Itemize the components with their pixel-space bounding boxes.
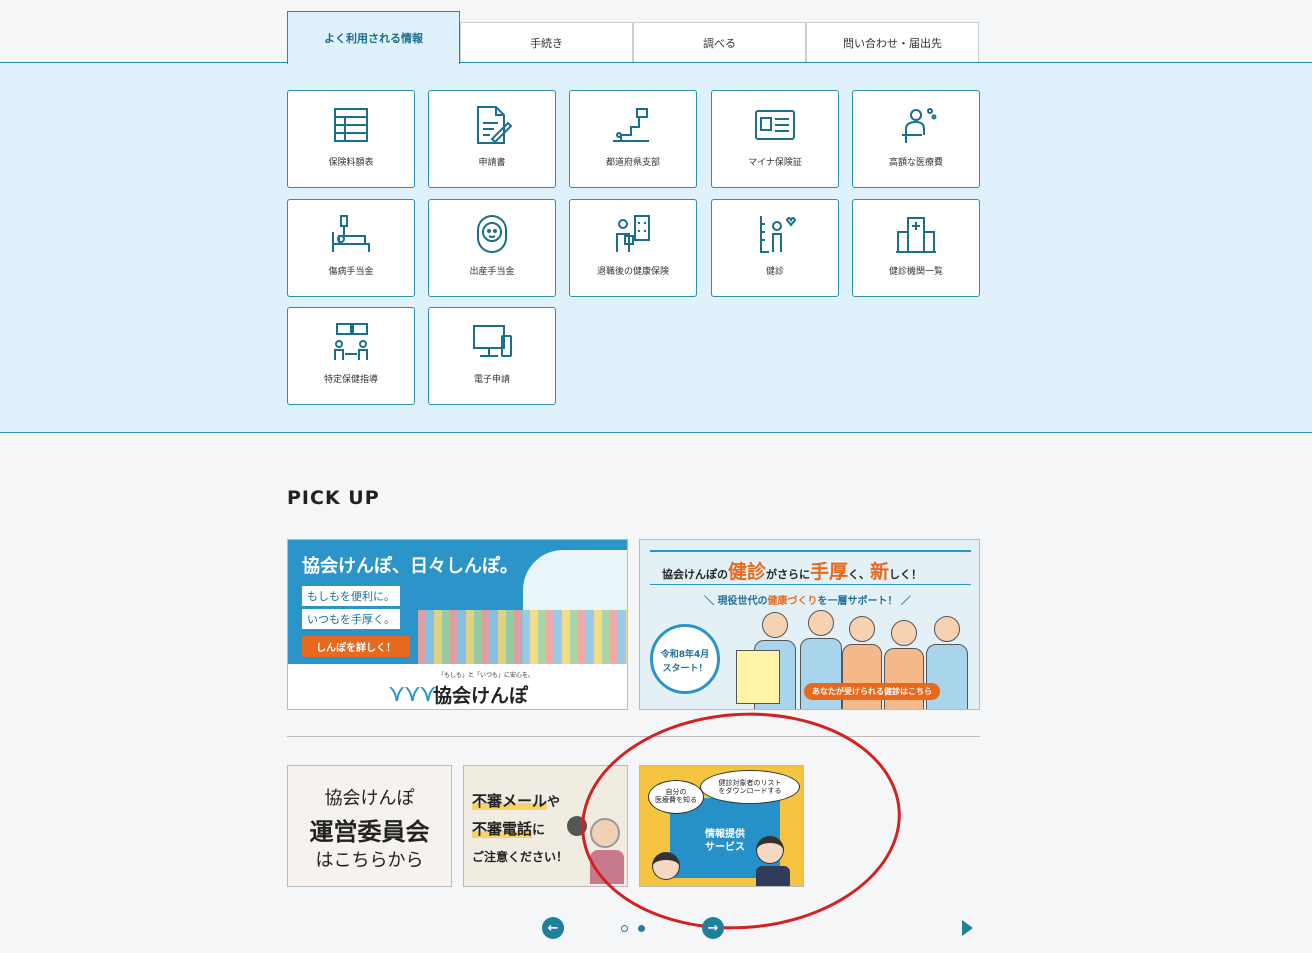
bird-logo-icon: ⋎⋎⋎ bbox=[388, 679, 437, 707]
retire-building-icon bbox=[616, 215, 650, 252]
woman-illustration bbox=[652, 852, 682, 886]
card-post-retirement-insurance[interactable]: 退職後の健康保険 bbox=[569, 199, 697, 297]
banner-kenpo-shinpo[interactable]: 協会けんぽ、日々しんぽ。 もしもを便利に。 いつもを手厚く。 しんぽを詳しく！ … bbox=[287, 539, 628, 710]
tab-procedures[interactable]: 手続き bbox=[460, 22, 633, 63]
card-label: 傷病手当金 bbox=[328, 267, 374, 277]
card-my-number-card[interactable]: マイナ保険証 bbox=[711, 90, 839, 188]
small1-line1: 協会けんぽ bbox=[324, 788, 415, 809]
location-icon bbox=[613, 108, 649, 142]
pickup-divider bbox=[287, 736, 980, 737]
frequently-used-panel: 保険料額表 申請書 都道府県支部 マイナ保険証 高額な医療費 傷病手当金 出産手… bbox=[0, 63, 1312, 433]
banner-checkup-renewal[interactable]: 協会けんぽの健診がさらに手厚く、新しく！ ＼ 現役世代の健康づくりを一層サポート… bbox=[639, 539, 980, 710]
start-date-badge: 令和8年4月 スタート！ bbox=[650, 624, 720, 694]
banner2-rule-2 bbox=[650, 584, 971, 585]
banner1-logo-text: 協会けんぽ bbox=[433, 685, 529, 707]
carousel-play-icon[interactable] bbox=[962, 920, 973, 936]
table-icon bbox=[334, 108, 368, 142]
computer-icon bbox=[473, 325, 512, 357]
banner1-tagline: 「もしも」と「いつも」に安心を。 bbox=[438, 672, 535, 679]
document-pen-icon bbox=[477, 106, 513, 144]
card-label: 保険料額表 bbox=[328, 158, 374, 168]
town-illustration bbox=[418, 610, 627, 664]
tab-contact[interactable]: 問い合わせ・届出先 bbox=[806, 22, 979, 63]
banner1-headline: 協会けんぽ、日々しんぽ。 bbox=[302, 556, 518, 577]
height-check-icon bbox=[760, 216, 797, 253]
elderly-woman-illustration bbox=[590, 818, 624, 886]
card-label: 健診機関一覧 bbox=[888, 267, 943, 277]
banner2-start: スタート！ bbox=[662, 664, 708, 674]
hospital-bed-icon bbox=[332, 215, 370, 252]
card-label: 都道府県支部 bbox=[605, 158, 660, 168]
banner1-line1: もしもを便利に。 bbox=[302, 586, 400, 606]
banner-fraud-warning[interactable]: 不審メールや 不審電話に ご注意ください！ bbox=[463, 765, 628, 887]
banner2-cta[interactable]: あなたが受けられる健診はこちら bbox=[804, 683, 940, 700]
carousel-dot-2[interactable] bbox=[638, 925, 645, 932]
card-specific-health-guidance[interactable]: 特定保健指導 bbox=[287, 307, 415, 405]
banner-steering-committee[interactable]: 協会けんぽ 運営委員会 はこちらから bbox=[287, 765, 452, 887]
small2-line3: ご注意ください！ bbox=[472, 850, 569, 864]
card-label: 高額な医療費 bbox=[888, 158, 943, 168]
card-label: 出産手当金 bbox=[469, 267, 515, 277]
carousel-next-button[interactable]: → bbox=[702, 917, 724, 939]
banner2-headline: 協会けんぽの健診がさらに手厚く、新しく！ bbox=[662, 561, 923, 583]
paper-sheet bbox=[736, 650, 780, 704]
small1-line3: はこちらから bbox=[315, 850, 424, 871]
tab-frequently-used[interactable]: よく利用される情報 bbox=[287, 11, 460, 64]
small2-line1: 不審メールや bbox=[472, 792, 561, 810]
consultation-icon bbox=[334, 323, 368, 360]
tab-bar: よく利用される情報 手続き 調べる 問い合わせ・届出先 bbox=[0, 0, 1312, 64]
small1-line2: 運営委員会 bbox=[309, 817, 430, 846]
banner1-line2: いつもを手厚く。 bbox=[302, 609, 400, 629]
banner1-cta[interactable]: しんぽを詳しく！ bbox=[302, 636, 410, 657]
baby-icon bbox=[477, 215, 507, 253]
tab-underline bbox=[0, 62, 1312, 63]
card-high-medical-cost[interactable]: 高額な医療費 bbox=[852, 90, 980, 188]
man-illustration bbox=[756, 836, 790, 886]
small3-bubble1: 自分の 医療費を知る bbox=[648, 780, 704, 814]
phone-icon bbox=[567, 816, 587, 836]
carousel-prev-button[interactable]: ← bbox=[542, 917, 564, 939]
banner2-rule bbox=[650, 550, 971, 552]
card-label: 退職後の健康保険 bbox=[596, 267, 669, 277]
card-sickness-allowance[interactable]: 傷病手当金 bbox=[287, 199, 415, 297]
banner2-sub: ＼ 現役世代の健康づくりを一層サポート！ ／ bbox=[704, 596, 911, 607]
card-label: 特定保健指導 bbox=[323, 375, 378, 385]
card-premium-table[interactable]: 保険料額表 bbox=[287, 90, 415, 188]
card-prefecture-branch[interactable]: 都道府県支部 bbox=[569, 90, 697, 188]
card-checkup-facilities[interactable]: 健診機関一覧 bbox=[852, 199, 980, 297]
banner-info-service[interactable]: 情報提供 サービス 自分の 医療費を知る 健診対象者のリスト をダウンロードする bbox=[639, 765, 804, 887]
pickup-heading: PICK UP bbox=[287, 487, 380, 509]
card-health-checkup[interactable]: 健診 bbox=[711, 199, 839, 297]
card-label: 電子申請 bbox=[473, 375, 510, 385]
tab-search[interactable]: 調べる bbox=[633, 22, 806, 63]
id-card-icon bbox=[755, 110, 795, 140]
banner2-date: 令和8年4月 bbox=[660, 650, 710, 660]
card-application-form[interactable]: 申請書 bbox=[428, 90, 556, 188]
card-electronic-application[interactable]: 電子申請 bbox=[428, 307, 556, 405]
card-label: 申請書 bbox=[478, 158, 506, 168]
carousel-dot-1[interactable] bbox=[621, 925, 628, 932]
card-maternity-allowance[interactable]: 出産手当金 bbox=[428, 199, 556, 297]
small3-bubble2: 健診対象者のリスト をダウンロードする bbox=[700, 770, 800, 804]
hospital-icon bbox=[896, 217, 936, 253]
worried-person-icon bbox=[902, 108, 937, 143]
card-label: 健診 bbox=[765, 267, 784, 277]
small2-line2: 不審電話に bbox=[472, 820, 546, 838]
card-label: マイナ保険証 bbox=[748, 158, 802, 168]
